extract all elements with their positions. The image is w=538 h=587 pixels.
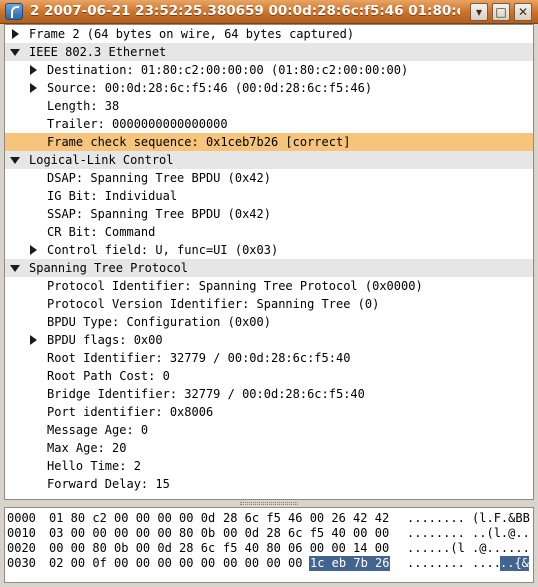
- hex-row[interactable]: 0020 00 00 80 0b 00 0d 28 6c f5 40 80 06 0…: [5, 541, 533, 556]
- expander-expanded-icon[interactable]: [10, 157, 20, 164]
- tree-row[interactable]: Root Path Cost: 0: [5, 367, 533, 385]
- expander-collapsed-icon[interactable]: [30, 83, 37, 93]
- tree-row[interactable]: Root Identifier: 32779 / 00:0d:28:6c:f5:…: [5, 349, 533, 367]
- pane-splitter-handle[interactable]: [240, 502, 298, 505]
- tree-row-label: IG Bit: Individual: [47, 189, 178, 203]
- hex-bytes-highlighted: 1c eb 7b 26: [309, 556, 391, 571]
- tree-row[interactable]: Logical-Link Control: [5, 151, 533, 169]
- tree-row-label: Hello Time: 2: [47, 459, 141, 473]
- wireshark-app-icon: [5, 3, 23, 20]
- tree-row[interactable]: Length: 38: [5, 97, 533, 115]
- hex-ascii: ......(l .@......: [407, 541, 530, 555]
- tree-row-label: Protocol Identifier: Spanning Tree Proto…: [47, 279, 423, 293]
- maximize-button[interactable]: □: [492, 3, 510, 21]
- tree-row[interactable]: Source: 00:0d:28:6c:f5:46 (00:0d:28:6c:f…: [5, 79, 533, 97]
- tree-row[interactable]: Hello Time: 2: [5, 457, 533, 475]
- tree-row-label: BPDU flags: 0x00: [47, 333, 163, 347]
- hex-bytes-first-half: 00 00 80 0b 00 0d 28 6c: [49, 541, 216, 555]
- tree-row-label: Source: 00:0d:28:6c:f5:46 (00:0d:28:6c:f…: [47, 81, 373, 95]
- hex-ascii-highlighted: ..{&: [500, 556, 529, 571]
- hex-bytes-second-half: f5 40 80 06 00 00 14 00: [223, 541, 390, 555]
- tree-row[interactable]: Message Age: 0: [5, 421, 533, 439]
- tree-row-label: Root Identifier: 32779 / 00:0d:28:6c:f5:…: [47, 351, 351, 365]
- tree-row-label: BPDU Type: Configuration (0x00): [47, 315, 271, 329]
- tree-row-label: DSAP: Spanning Tree BPDU (0x42): [47, 171, 271, 185]
- window-title: 2 2007-06-21 23:52:25.380659 00:0d:28:6c…: [30, 3, 460, 19]
- tree-row[interactable]: BPDU flags: 0x00: [5, 331, 533, 349]
- tree-row[interactable]: DSAP: Spanning Tree BPDU (0x42): [5, 169, 533, 187]
- tree-row[interactable]: Frame 2 (64 bytes on wire, 64 bytes capt…: [5, 25, 533, 43]
- expander-expanded-icon[interactable]: [10, 265, 20, 272]
- hex-row[interactable]: 0010 03 00 00 00 00 00 80 0b 00 0d 28 6c f…: [5, 526, 533, 541]
- hex-ascii: ........ (l.F.&BB: [407, 511, 530, 525]
- hex-offset: 0030: [7, 556, 36, 570]
- tree-row[interactable]: Destination: 01:80:c2:00:00:00 (01:80:c2…: [5, 61, 533, 79]
- tree-row[interactable]: CR Bit: Command: [5, 223, 533, 241]
- tree-row-label: Trailer: 0000000000000000: [47, 117, 228, 131]
- packet-details-tree[interactable]: Frame 2 (64 bytes on wire, 64 bytes capt…: [4, 24, 534, 500]
- tree-row-label: Control field: U, func=UI (0x03): [47, 243, 279, 257]
- tree-row-label: Port identifier: 0x8006: [47, 405, 214, 419]
- tree-row-label: Forward Delay: 15: [47, 477, 170, 491]
- tree-row-label: IEEE 802.3 Ethernet: [29, 45, 167, 59]
- expander-expanded-icon[interactable]: [10, 49, 20, 56]
- hex-ascii: ........ ....: [407, 556, 501, 570]
- tree-row[interactable]: Frame check sequence: 0x1ceb7b26 [correc…: [5, 133, 533, 151]
- close-button[interactable]: ✕: [514, 3, 532, 21]
- tree-row[interactable]: IG Bit: Individual: [5, 187, 533, 205]
- hex-offset: 0010: [7, 526, 36, 540]
- tree-row[interactable]: Forward Delay: 15: [5, 475, 533, 493]
- tree-row[interactable]: BPDU Type: Configuration (0x00): [5, 313, 533, 331]
- tree-row-label: Root Path Cost: 0: [47, 369, 170, 383]
- tree-row-label: Frame check sequence: 0x1ceb7b26 [correc…: [47, 135, 351, 149]
- hex-offset: 0020: [7, 541, 36, 555]
- tree-row[interactable]: Protocol Version Identifier: Spanning Tr…: [5, 295, 533, 313]
- tree-row[interactable]: Bridge Identifier: 32779 / 00:0d:28:6c:f…: [5, 385, 533, 403]
- expander-collapsed-icon[interactable]: [30, 245, 37, 255]
- expander-collapsed-icon[interactable]: [30, 65, 37, 75]
- packet-bytes-pane[interactable]: 0000 01 80 c2 00 00 00 00 0d 28 6c f5 46 0…: [4, 507, 534, 583]
- tree-row-label: SSAP: Spanning Tree BPDU (0x42): [47, 207, 271, 221]
- tree-row-label: Bridge Identifier: 32779 / 00:0d:28:6c:f…: [47, 387, 365, 401]
- tree-row[interactable]: Protocol Identifier: Spanning Tree Proto…: [5, 277, 533, 295]
- hex-row[interactable]: 0030 02 00 0f 00 00 00 00 00 00 00 00 00 .…: [5, 556, 533, 571]
- tree-row[interactable]: Spanning Tree Protocol: [5, 259, 533, 277]
- hex-bytes-first-half: 01 80 c2 00 00 00 00 0d: [49, 511, 216, 525]
- hex-ascii: ........ ..(l.@..: [407, 526, 530, 540]
- hex-row[interactable]: 0000 01 80 c2 00 00 00 00 0d 28 6c f5 46 0…: [5, 511, 533, 526]
- window-titlebar[interactable]: 2 2007-06-21 23:52:25.380659 00:0d:28:6c…: [0, 0, 538, 24]
- tree-row[interactable]: Control field: U, func=UI (0x03): [5, 241, 533, 259]
- expander-collapsed-icon[interactable]: [30, 335, 37, 345]
- hex-bytes-first-half: 03 00 00 00 00 00 80 0b: [49, 526, 216, 540]
- hex-offset: 0000: [7, 511, 36, 525]
- tree-row-label: Message Age: 0: [47, 423, 149, 437]
- tree-row[interactable]: Trailer: 0000000000000000: [5, 115, 533, 133]
- tree-row[interactable]: SSAP: Spanning Tree BPDU (0x42): [5, 205, 533, 223]
- tree-row-label: Logical-Link Control: [29, 153, 174, 167]
- tree-row-label: Frame 2 (64 bytes on wire, 64 bytes capt…: [29, 27, 355, 41]
- hex-bytes-first-half: 02 00 0f 00 00 00 00 00: [49, 556, 216, 570]
- tree-row[interactable]: Port identifier: 0x8006: [5, 403, 533, 421]
- tree-row-label: Destination: 01:80:c2:00:00:00 (01:80:c2…: [47, 63, 409, 77]
- hex-bytes-second-half: 00 00 00 00: [223, 556, 310, 570]
- tree-row-label: Max Age: 20: [47, 441, 127, 455]
- tree-row-label: Length: 38: [47, 99, 120, 113]
- tree-row-label: Spanning Tree Protocol: [29, 261, 188, 275]
- tree-row[interactable]: Max Age: 20: [5, 439, 533, 457]
- tree-row[interactable]: IEEE 802.3 Ethernet: [5, 43, 533, 61]
- hex-bytes-second-half: 00 0d 28 6c f5 40 00 00: [223, 526, 390, 540]
- tree-row-label: CR Bit: Command: [47, 225, 156, 239]
- tree-row-label: Protocol Version Identifier: Spanning Tr…: [47, 297, 380, 311]
- expander-collapsed-icon[interactable]: [12, 29, 19, 39]
- minimize-button[interactable]: ▾: [470, 3, 488, 21]
- hex-bytes-second-half: 28 6c f5 46 00 26 42 42: [223, 511, 390, 525]
